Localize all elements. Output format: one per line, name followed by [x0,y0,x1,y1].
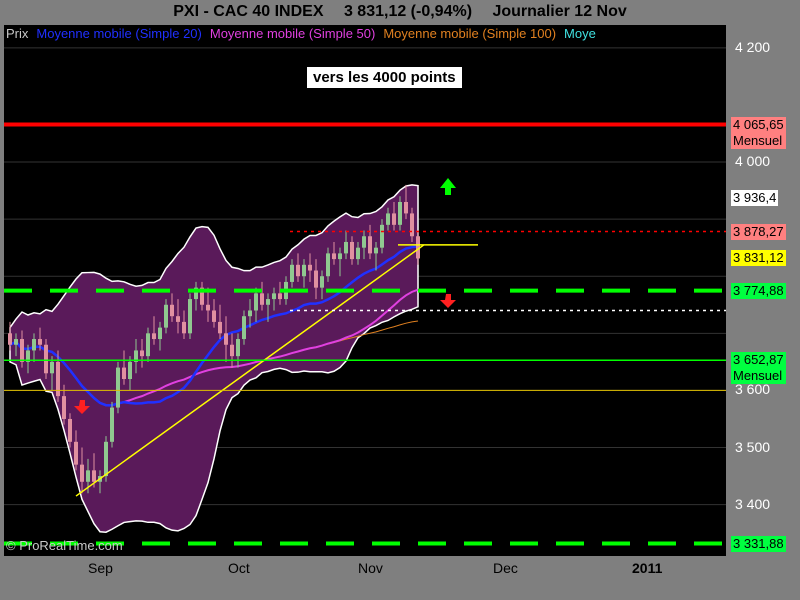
candle-body-26 [164,304,168,328]
legend-item-1: Moyenne mobile (Simple 20) [36,26,202,41]
chart-area[interactable] [0,0,800,600]
y-tick-label: 4 000 [735,153,771,170]
candle-body-43 [266,299,270,305]
candle-body-60 [368,236,372,254]
candle-body-66 [404,202,408,214]
candle-body-50 [308,264,312,271]
candle-body-10 [68,418,72,442]
candle-body-36 [224,333,228,345]
price-label-4: 3 774,88 [731,282,786,299]
candle-body-11 [74,441,78,465]
price-label-0: 4 065,65 Mensuel [731,116,786,149]
candle-body-57 [350,241,354,260]
x-tick-label: 2011 [632,560,663,576]
y-tick-label: 3 400 [735,495,771,512]
price-label-6: 3 331,88 [731,535,786,552]
candle-body-25 [158,327,162,340]
candle-body-53 [326,253,330,277]
candle-body-42 [260,293,264,305]
x-tick-label: Nov [358,560,383,576]
candle-body-62 [380,224,384,248]
legend-item-2: Moyenne mobile (Simple 50) [209,26,376,41]
candle-body-7 [50,361,54,374]
candle-body-19 [122,367,126,379]
candle-body-67 [410,213,414,237]
candle-body-17 [110,407,114,442]
candle-body-18 [116,367,120,408]
candle-body-41 [254,293,258,311]
candle-body-54 [332,253,336,260]
chart-annotation: vers les 4000 points [306,66,463,89]
price-label-3: 3 831,12 [731,250,786,267]
candle-body-14 [92,470,96,482]
candle-body-12 [80,464,84,482]
legend-item-0: Prix [6,26,29,41]
candle-body-6 [44,344,48,374]
candle-body-20 [128,361,132,379]
legend-item-3: Moyenne mobile (Simple 100) [383,26,557,41]
candle-body-56 [344,241,348,254]
candle-body-52 [320,276,324,288]
candle-body-29 [182,321,186,334]
candle-body-38 [236,339,240,357]
price-label-2: 3 878,27 [731,223,786,240]
candle-body-58 [356,247,360,260]
candle-body-5 [38,339,42,345]
candle-body-55 [338,253,342,260]
y-tick-label: 4 200 [735,38,771,55]
candle-body-16 [104,441,108,477]
price-label-1: 3 936,4 [731,190,779,207]
candle-body-65 [398,202,402,225]
candle-body-30 [188,299,192,334]
candle-body-37 [230,344,234,357]
candle-body-39 [242,316,246,340]
chart-legend: Prix Moyenne mobile (Simple 20) Moyenne mo… [6,25,726,42]
candle-body-27 [170,304,174,317]
candle-body-63 [386,213,390,225]
candle-body-4 [32,339,36,351]
watermark: © ProRealTime.com [6,538,123,553]
candle-body-47 [290,264,294,282]
candle-body-23 [146,333,150,357]
x-tick-label: Oct [228,560,250,576]
price-label-5: 3 652,87 Mensuel [731,352,786,385]
candle-body-2 [20,339,24,362]
candle-body-45 [278,293,282,300]
candle-body-22 [140,350,144,357]
candle-body-35 [218,321,222,334]
candle-body-1 [14,339,18,345]
candle-body-33 [206,304,210,311]
candle-body-51 [314,270,318,288]
legend-item-4: Moye [564,26,596,41]
candle-body-49 [302,264,306,277]
candle-body-48 [296,264,300,277]
candle-body-13 [86,470,90,482]
candle-body-24 [152,333,156,340]
y-tick-label: 3 500 [735,438,771,455]
candle-body-9 [62,396,66,419]
candle-body-61 [374,247,378,254]
candle-body-64 [392,213,396,225]
candle-body-8 [56,361,60,397]
candle-body-40 [248,310,252,317]
candle-body-34 [212,310,216,322]
candle-body-44 [272,293,276,300]
candle-body-0 [8,333,12,345]
x-tick-label: Sep [88,560,113,576]
candle-body-59 [362,236,366,248]
candle-body-28 [176,316,180,322]
x-tick-label: Dec [493,560,518,576]
